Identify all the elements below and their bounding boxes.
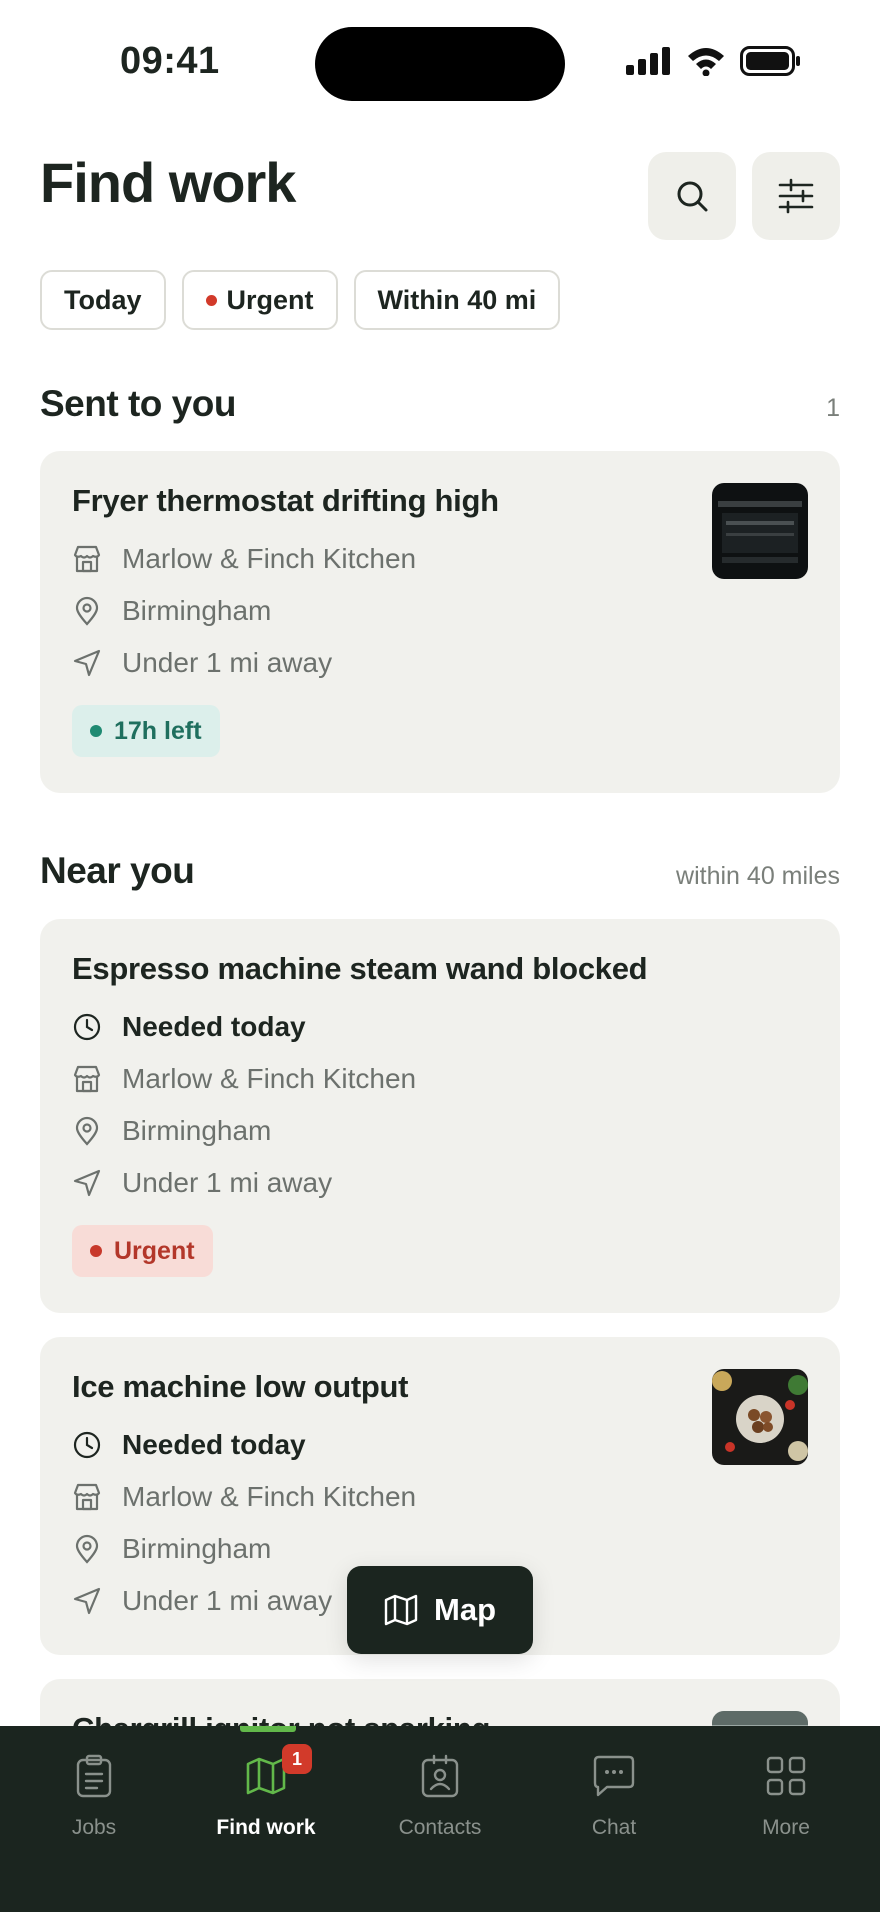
location-pin-icon (75, 1116, 99, 1146)
grid-icon (766, 1756, 806, 1796)
job-business: Marlow & Finch Kitchen (122, 1063, 417, 1094)
job-business-row: Marlow & Finch Kitchen (72, 533, 808, 585)
tab-jobs[interactable]: Jobs (6, 1726, 182, 1866)
badge-label: Urgent (114, 1236, 195, 1265)
clipboard-icon (76, 1754, 112, 1798)
badge-label: 17h left (114, 716, 202, 745)
job-distance-row: Under 1 mi away (72, 1157, 808, 1209)
sliders-icon (778, 178, 814, 214)
job-when: Needed today (122, 1429, 306, 1460)
navigation-arrow-icon (73, 1169, 101, 1197)
fryer-photo (712, 483, 808, 579)
tab-label: Contacts (398, 1816, 482, 1839)
job-thumbnail (712, 1369, 808, 1465)
navigation-arrow-icon (73, 1587, 101, 1615)
map-icon (384, 1594, 418, 1626)
map-button[interactable]: Map (347, 1566, 533, 1654)
filter-chip-distance[interactable]: Within 40 mi (353, 270, 561, 330)
tab-more[interactable]: More (698, 1726, 874, 1866)
filter-chip-urgent[interactable]: Urgent (181, 270, 338, 330)
filter-chip-label: Today (64, 284, 142, 315)
urgent-dot-icon (205, 294, 217, 306)
filter-settings-button[interactable] (752, 152, 840, 240)
storefront-icon (73, 545, 101, 573)
job-when-row: Needed today (72, 1419, 808, 1471)
clock-icon (73, 1431, 101, 1459)
job-city: Birmingham (122, 1533, 272, 1564)
job-city-row: Birmingham (72, 1105, 808, 1157)
section-title-near: Near you (40, 850, 195, 891)
wifi-icon (688, 48, 724, 76)
filter-chip-label: Urgent (226, 284, 314, 315)
time-left-badge: 17h left (72, 705, 220, 757)
status-icons (626, 46, 802, 76)
job-card[interactable]: Fryer thermostat drifting high Marlow & … (40, 451, 840, 793)
location-pin-icon (75, 596, 99, 626)
tab-label: More (762, 1816, 810, 1839)
map-icon (246, 1757, 286, 1795)
job-distance-row: Under 1 mi away (72, 637, 808, 689)
job-title: Fryer thermostat drifting high (72, 483, 499, 518)
job-business-row: Marlow & Finch Kitchen (72, 1053, 808, 1105)
page-title: Find work (40, 151, 296, 214)
job-business-row: Marlow & Finch Kitchen (72, 1471, 808, 1523)
tab-contacts[interactable]: Contacts (352, 1726, 528, 1866)
storefront-icon (73, 1483, 101, 1511)
job-title: Espresso machine steam wand blocked (72, 951, 648, 986)
job-business: Marlow & Finch Kitchen (122, 1481, 417, 1512)
filter-chip-label: Within 40 mi (377, 284, 537, 315)
bottom-tab-bar: Jobs 1 Find work Contacts Chat More (0, 1726, 880, 1912)
search-icon (677, 181, 708, 212)
job-city: Birmingham (122, 1115, 272, 1146)
tab-find-work[interactable]: 1 Find work (178, 1726, 354, 1866)
notification-badge: 1 (282, 1744, 312, 1774)
navigation-arrow-icon (73, 649, 101, 677)
status-time: 09:41 (120, 40, 220, 82)
clock-icon (73, 1013, 101, 1041)
tab-label: Jobs (71, 1816, 117, 1839)
contact-card-icon (421, 1754, 459, 1798)
map-button-label: Map (434, 1592, 496, 1627)
job-business: Marlow & Finch Kitchen (122, 543, 417, 574)
battery-icon (740, 46, 800, 76)
search-button[interactable] (648, 152, 736, 240)
section-title-sent: Sent to you (40, 383, 236, 424)
job-title: Ice machine low output (72, 1369, 409, 1404)
status-dot-icon (90, 725, 102, 737)
storefront-icon (73, 1065, 101, 1093)
tab-label: Find work (216, 1816, 316, 1839)
job-distance: Under 1 mi away (122, 1585, 333, 1616)
job-when: Needed today (122, 1011, 306, 1042)
cellular-signal-icon (626, 47, 670, 75)
job-card[interactable]: Espresso machine steam wand blocked Need… (40, 919, 840, 1313)
near-radius: within 40 miles (676, 862, 840, 890)
sent-count: 1 (826, 394, 840, 422)
tab-chat[interactable]: Chat (526, 1726, 702, 1866)
job-thumbnail (712, 483, 808, 579)
dynamic-island (315, 27, 565, 101)
job-distance: Under 1 mi away (122, 647, 333, 678)
status-bar: 09:41 (0, 0, 880, 120)
tab-label: Chat (591, 1816, 637, 1839)
urgent-badge: Urgent (72, 1225, 213, 1277)
location-pin-icon (75, 1534, 99, 1564)
chat-bubble-icon (593, 1755, 635, 1797)
filter-chips: Today Urgent Within 40 mi (40, 270, 561, 330)
job-city-row: Birmingham (72, 585, 808, 637)
filter-chip-today[interactable]: Today (40, 270, 166, 330)
urgent-dot-icon (90, 1245, 102, 1257)
job-city: Birmingham (122, 595, 272, 626)
food-photo (712, 1369, 808, 1465)
job-when-row: Needed today (72, 1001, 808, 1053)
job-distance: Under 1 mi away (122, 1167, 333, 1198)
